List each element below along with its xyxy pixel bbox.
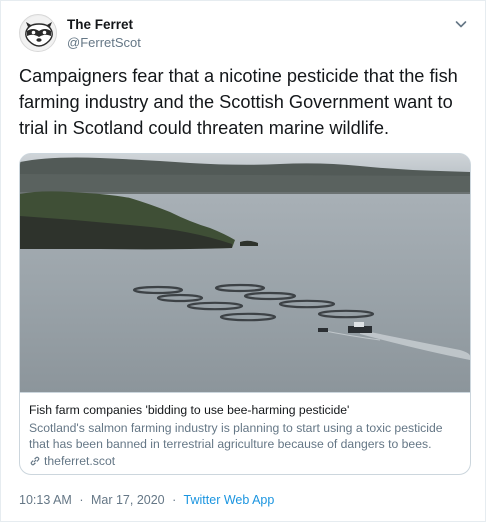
tweet-footer: 10:13 AM · Mar 17, 2020 · Twitter Web Ap… bbox=[19, 493, 274, 507]
tweet-header: The Ferret @FerretScot bbox=[19, 14, 471, 54]
card-domain-row[interactable]: theferret.scot bbox=[29, 454, 115, 468]
display-name[interactable]: The Ferret bbox=[67, 17, 133, 32]
avatar[interactable] bbox=[19, 14, 57, 52]
tweet-date[interactable]: Mar 17, 2020 bbox=[91, 493, 165, 507]
card-title[interactable]: Fish farm companies 'bidding to use bee-… bbox=[29, 403, 349, 417]
tweet-time[interactable]: 10:13 AM bbox=[19, 493, 72, 507]
link-card[interactable]: Fish farm companies 'bidding to use bee-… bbox=[19, 153, 471, 475]
tweet-container: The Ferret @FerretScot Campaigners fear … bbox=[0, 0, 486, 522]
tweet-text: Campaigners fear that a nicotine pestici… bbox=[19, 66, 458, 138]
card-image[interactable] bbox=[20, 154, 470, 392]
link-icon bbox=[30, 456, 40, 466]
ferret-logo-icon bbox=[21, 16, 56, 51]
tweet-source-link[interactable]: Twitter Web App bbox=[184, 493, 275, 507]
footer-separator-2: · bbox=[172, 493, 177, 507]
chevron-down-icon bbox=[455, 21, 467, 28]
card-domain[interactable]: theferret.scot bbox=[44, 454, 115, 468]
card-description: Scotland's salmon farming industry is pl… bbox=[29, 421, 443, 451]
card-body: Fish farm companies 'bidding to use bee-… bbox=[20, 392, 470, 474]
tweet-menu-button[interactable] bbox=[453, 16, 469, 32]
user-handle[interactable]: @FerretScot bbox=[67, 35, 141, 50]
footer-separator: · bbox=[79, 493, 84, 507]
